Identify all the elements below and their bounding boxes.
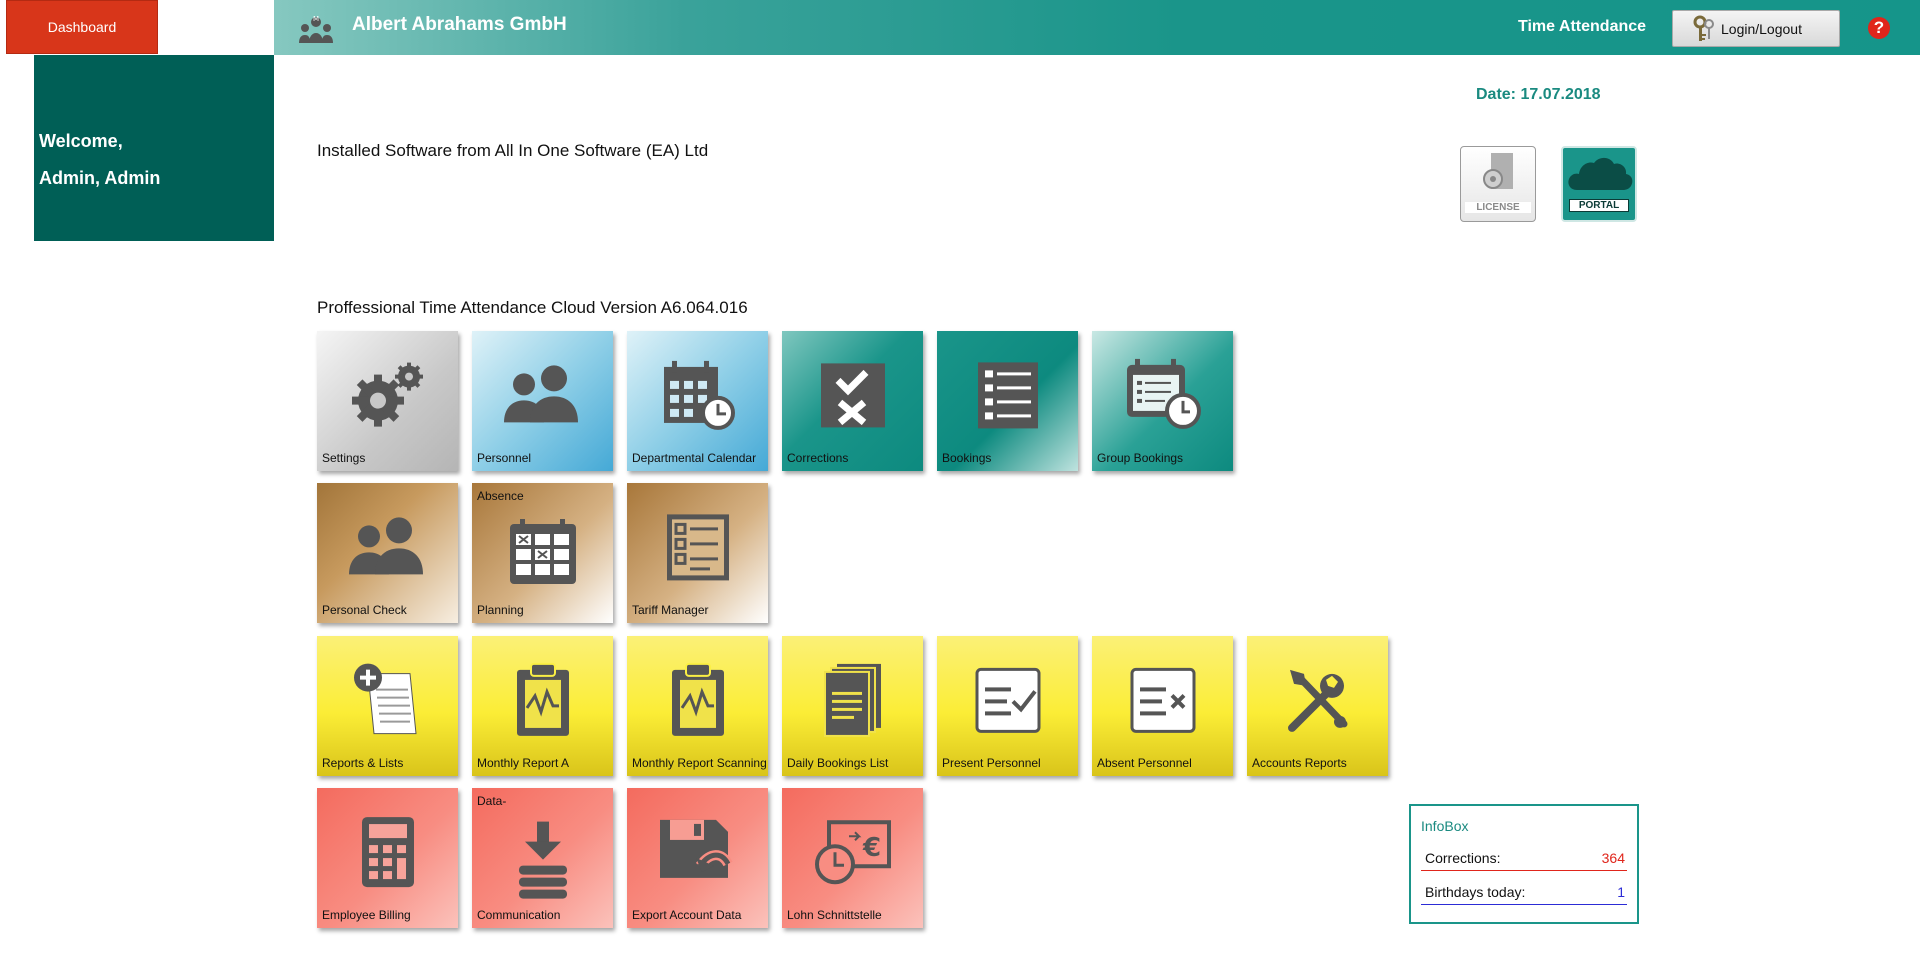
list-check-icon: [975, 667, 1040, 733]
list-cross-icon: [1130, 667, 1195, 733]
clipboard-chart-icon: [516, 662, 569, 736]
tile-label: Monthly Report A: [477, 756, 570, 770]
tile-label: Communication: [477, 908, 561, 922]
tile-label: Monthly Report Scanning: [632, 756, 767, 770]
login-logout-button[interactable]: Login/Logout: [1672, 10, 1840, 47]
tile-personnel[interactable]: Personnel: [472, 331, 613, 471]
infobox-corrections-row[interactable]: Corrections: 364: [1421, 850, 1627, 871]
user-name: Admin, Admin: [39, 168, 161, 188]
tile-tariff-manager[interactable]: Tariff Manager: [627, 483, 768, 623]
dashboard-button[interactable]: Dashboard: [6, 0, 158, 54]
floppy-export-icon: [659, 819, 732, 878]
help-icon[interactable]: ?: [1868, 17, 1890, 39]
company-name: Albert Abrahams GmbH: [352, 14, 567, 35]
svg-text:M: M: [313, 15, 319, 23]
tile-monthly-report-scanning[interactable]: Monthly Report Scanning: [627, 636, 768, 776]
add-document-icon: [353, 663, 417, 735]
clipboard-chart-icon: [671, 662, 724, 736]
tile-label: Planning: [477, 603, 524, 617]
tile-monthly-report-a[interactable]: Monthly Report A: [472, 636, 613, 776]
birthdays-count: 1: [1617, 884, 1625, 900]
check-cross-icon: [820, 363, 885, 428]
tile-label: Group Bookings: [1097, 451, 1184, 465]
tile-corrections[interactable]: Corrections: [782, 331, 923, 471]
keys-icon: [1693, 15, 1714, 41]
license-icon: [1483, 153, 1513, 189]
module-label: Time Attendance: [1518, 18, 1647, 35]
license-label: LICENSE: [1465, 202, 1531, 213]
tile-absence-planning[interactable]: Absence Planning: [472, 483, 613, 623]
tile-absent-personnel[interactable]: Absent Personnel: [1092, 636, 1233, 776]
tile-top-label: Absence: [477, 489, 524, 503]
svg-text:€: €: [862, 833, 881, 863]
tile-label: Absent Personnel: [1097, 756, 1192, 770]
tile-daily-bookings-list[interactable]: Daily Bookings List: [782, 636, 923, 776]
tile-label: Settings: [322, 451, 366, 465]
documents-icon: [823, 663, 881, 737]
tools-icon: [1287, 669, 1347, 732]
infobox-title: InfoBox: [1421, 818, 1469, 834]
clock-euro-icon: €: [814, 820, 891, 885]
people-icon: [503, 365, 578, 423]
welcome-panel: Welcome, Admin, Admin: [34, 55, 274, 241]
tile-label: Corrections: [787, 451, 849, 465]
top-bar: Dashboard M Albert Abrahams GmbH Time At…: [0, 0, 1920, 55]
welcome-line: Welcome,: [39, 131, 123, 151]
people-icon: [348, 517, 423, 575]
cloud-icon: [1568, 157, 1633, 190]
schedule-clock-icon: [1126, 358, 1201, 429]
tile-label: Export Account Data: [632, 908, 742, 922]
tile-present-personnel[interactable]: Present Personnel: [937, 636, 1078, 776]
company-users-icon: M: [299, 15, 333, 43]
corrections-count: 364: [1601, 850, 1625, 866]
tile-personal-check[interactable]: Personal Check: [317, 483, 458, 623]
tile-label: Accounts Reports: [1252, 756, 1347, 770]
tile-accounts-reports[interactable]: Accounts Reports: [1247, 636, 1388, 776]
calculator-icon: [361, 817, 414, 888]
tile-employee-billing[interactable]: Employee Billing: [317, 788, 458, 928]
gears-icon: [351, 362, 423, 427]
tile-label: Present Personnel: [942, 756, 1041, 770]
grid-calendar-icon: [509, 519, 576, 584]
tile-label: Reports & Lists: [322, 756, 404, 770]
tile-label: Bookings: [942, 451, 992, 465]
checklist-icon: [666, 514, 729, 581]
tile-settings[interactable]: Settings: [317, 331, 458, 471]
birthdays-label: Birthdays today:: [1425, 884, 1526, 900]
tile-label: Daily Bookings List: [787, 756, 889, 770]
tile-lohn-schnittstelle[interactable]: € Lohn Schnittstelle: [782, 788, 923, 928]
tile-data-communication[interactable]: Data- Communication: [472, 788, 613, 928]
calendar-clock-icon: [663, 360, 735, 430]
tile-bookings[interactable]: Bookings: [937, 331, 1078, 471]
tile-export-account-data[interactable]: Export Account Data: [627, 788, 768, 928]
installed-software-text: Installed Software from All In One Softw…: [317, 141, 709, 160]
tile-departmental-calendar[interactable]: Departmental Calendar: [627, 331, 768, 471]
tile-label: Departmental Calendar: [632, 451, 757, 465]
tile-group-bookings[interactable]: Group Bookings: [1092, 331, 1233, 471]
download-stack-icon: [518, 821, 567, 899]
login-logout-label: Login/Logout: [1721, 20, 1802, 37]
version-text: Proffessional Time Attendance Cloud Vers…: [317, 298, 748, 317]
tile-top-label: Data-: [477, 794, 507, 808]
portal-label: PORTAL: [1569, 199, 1629, 212]
tile-label: Personal Check: [322, 603, 407, 617]
checklist-icon: [977, 362, 1038, 429]
license-button[interactable]: LICENSE: [1460, 146, 1536, 222]
infobox: InfoBox Corrections: 364 Birthdays today…: [1409, 804, 1639, 924]
tile-label: Personnel: [477, 451, 532, 465]
tile-label: Tariff Manager: [632, 603, 709, 617]
tile-label: Lohn Schnittstelle: [787, 908, 882, 922]
tile-reports-lists[interactable]: Reports & Lists: [317, 636, 458, 776]
corrections-label: Corrections:: [1425, 850, 1501, 866]
infobox-birthdays-row[interactable]: Birthdays today: 1: [1421, 884, 1627, 905]
portal-button[interactable]: PORTAL: [1561, 146, 1637, 222]
date-label: Date: 17.07.2018: [1476, 86, 1601, 103]
tile-label: Employee Billing: [322, 908, 411, 922]
